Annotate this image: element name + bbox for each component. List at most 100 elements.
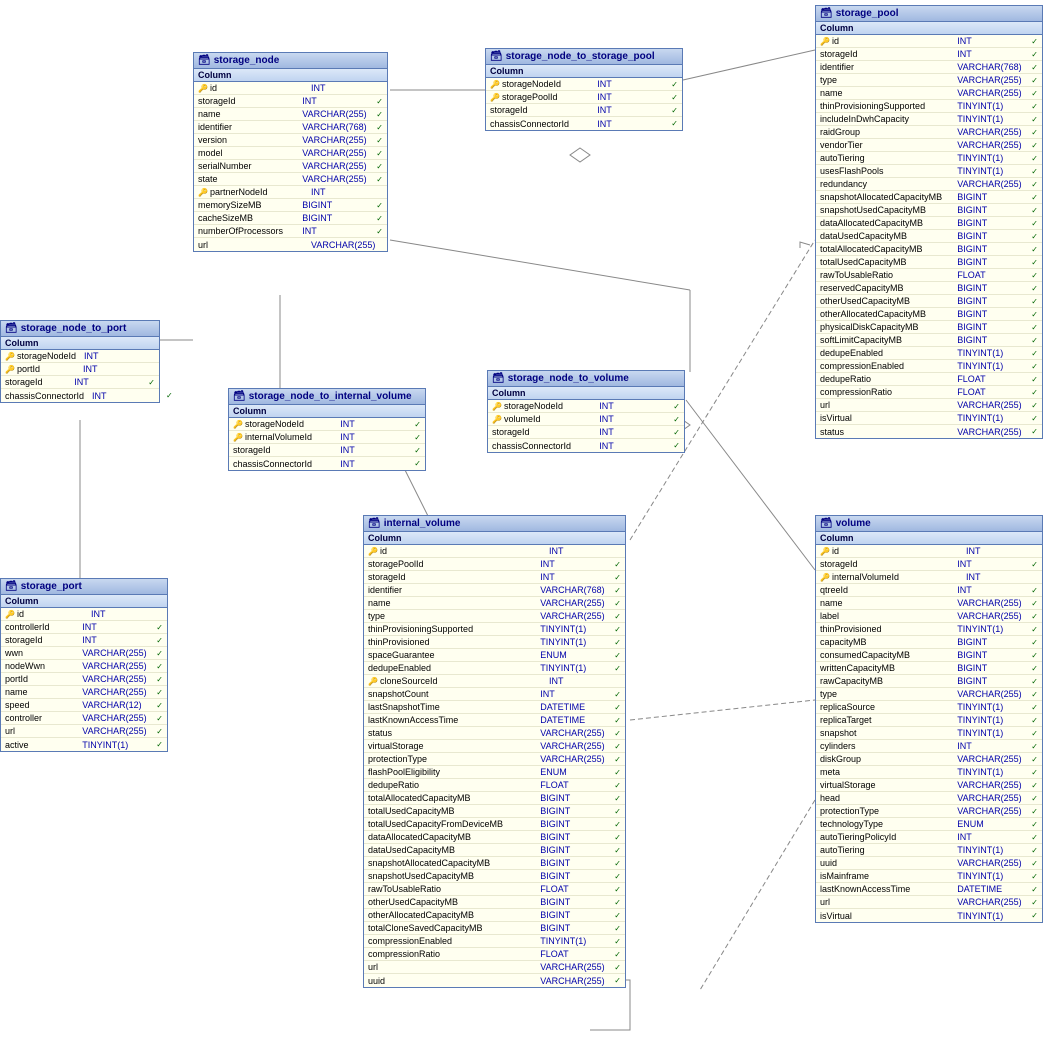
- table-row: lastKnownAccessTimeDATETIME✓: [364, 714, 625, 727]
- table-row: totalUsedCapacityMBBIGINT✓: [816, 256, 1042, 269]
- table-storage-port: 🗃 storage_port Column 🔑idINT controllerI…: [0, 578, 168, 752]
- table-storage-node-to-port: 🗃 storage_node_to_port Column 🔑storageNo…: [0, 320, 160, 403]
- table-row: storageIdINT✓: [1, 376, 159, 389]
- table-header-volume: 🗃 volume: [816, 516, 1042, 532]
- table-row: vendorTierVARCHAR(255)✓: [816, 139, 1042, 152]
- table-row: snapshotUsedCapacityMBBIGINT✓: [816, 204, 1042, 217]
- table-row: identifierVARCHAR(768)✓: [816, 61, 1042, 74]
- table-row: autoTieringTINYINT(1)✓: [816, 152, 1042, 165]
- table-row: cylindersINT✓: [816, 740, 1042, 753]
- table-row: thinProvisioningSupportedTINYINT(1)✓: [364, 623, 625, 636]
- table-row: typeVARCHAR(255)✓: [364, 610, 625, 623]
- table-row: portIdVARCHAR(255)✓: [1, 673, 167, 686]
- table-row: lastSnapshotTimeDATETIME✓: [364, 701, 625, 714]
- table-row: spaceGuaranteeENUM✓: [364, 649, 625, 662]
- table-row: softLimitCapacityMBBIGINT✓: [816, 334, 1042, 347]
- table-row: urlVARCHAR(255)✓: [364, 961, 625, 974]
- col-header: Column: [816, 532, 1042, 545]
- table-row: flashPoolEligibilityENUM✓: [364, 766, 625, 779]
- table-row: dedupeRatioFLOAT✓: [364, 779, 625, 792]
- table-row: identifierVARCHAR(768)✓: [194, 121, 387, 134]
- table-header: 🗃 storage_node_to_volume: [488, 371, 684, 387]
- col-header: Column: [194, 69, 387, 82]
- table-storage-node-to-volume: 🗃 storage_node_to_volume Column 🔑storage…: [487, 370, 685, 453]
- table-row: snapshotAllocatedCapacityMBBIGINT✓: [816, 191, 1042, 204]
- table-row: stateVARCHAR(255)✓: [194, 173, 387, 186]
- table-row: uuidVARCHAR(255)✓: [816, 857, 1042, 870]
- table-row: snapshotAllocatedCapacityMBBIGINT✓: [364, 857, 625, 870]
- table-row: 🔑idINT✓: [816, 35, 1042, 48]
- table-row: physicalDiskCapacityMBBIGINT✓: [816, 321, 1042, 334]
- table-row: storageIdINT✓: [488, 426, 684, 439]
- table-row: statusVARCHAR(255)✓: [816, 425, 1042, 438]
- table-row: isMainframeTINYINT(1)✓: [816, 870, 1042, 883]
- table-row: 🔑idINT: [1, 608, 167, 621]
- table-header-storage-pool: 🗃 storage_pool: [816, 6, 1042, 22]
- table-row: totalUsedCapacityMBBIGINT✓: [364, 805, 625, 818]
- db-canvas: 🗃 storage_pool Column 🔑idINT✓ storageIdI…: [0, 0, 1048, 1038]
- table-row: dataUsedCapacityMBBIGINT✓: [816, 230, 1042, 243]
- table-header: 🗃 storage_node_to_internal_volume: [229, 389, 425, 405]
- table-row: reservedCapacityMBBIGINT✓: [816, 282, 1042, 295]
- table-row: nameVARCHAR(255)✓: [816, 87, 1042, 100]
- table-row: chassisConnectorIdINT✓: [488, 439, 684, 452]
- table-row: labelVARCHAR(255)✓: [816, 610, 1042, 623]
- table-row: urlVARCHAR(255)✓: [816, 399, 1042, 412]
- table-row: isVirtualTINYINT(1)✓: [816, 412, 1042, 425]
- table-row: serialNumberVARCHAR(255)✓: [194, 160, 387, 173]
- table-row: statusVARCHAR(255)✓: [364, 727, 625, 740]
- table-row: protectionTypeVARCHAR(255)✓: [816, 805, 1042, 818]
- table-row: memorySizeMBBIGINT✓: [194, 199, 387, 212]
- table-row: capacityMBBIGINT✓: [816, 636, 1042, 649]
- table-row: storagePoolIdINT✓: [364, 558, 625, 571]
- table-row: urlVARCHAR(255)✓: [1, 725, 167, 738]
- col-header: Column: [486, 65, 682, 78]
- table-row: dataAllocatedCapacityMBBIGINT✓: [364, 831, 625, 844]
- table-row: storageIdINT✓: [816, 558, 1042, 571]
- table-row: storageIdINT✓: [364, 571, 625, 584]
- table-icon: 🗃: [820, 518, 833, 529]
- table-row: cacheSizeMBBIGINT✓: [194, 212, 387, 225]
- table-row: dataAllocatedCapacityMBBIGINT✓: [816, 217, 1042, 230]
- col-header: Column: [364, 532, 625, 545]
- table-row: controllerIdINT✓: [1, 621, 167, 634]
- table-row: nameVARCHAR(255)✓: [816, 597, 1042, 610]
- table-row: nameVARCHAR(255)✓: [1, 686, 167, 699]
- table-row: autoTieringPolicyIdINT✓: [816, 831, 1042, 844]
- table-row: 🔑idINT: [816, 545, 1042, 558]
- table-row: controllerVARCHAR(255)✓: [1, 712, 167, 725]
- table-header: 🗃 storage_node_to_storage_pool: [486, 49, 682, 65]
- table-row: 🔑idINT: [364, 545, 625, 558]
- table-storage-pool: 🗃 storage_pool Column 🔑idINT✓ storageIdI…: [815, 5, 1043, 439]
- table-row: urlVARCHAR(255): [194, 238, 387, 251]
- table-row: snapshotCountINT✓: [364, 688, 625, 701]
- table-row: replicaTargetTINYINT(1)✓: [816, 714, 1042, 727]
- table-row: 🔑portIdINT: [1, 363, 159, 376]
- table-row: otherAllocatedCapacityMBBIGINT✓: [816, 308, 1042, 321]
- table-row: 🔑storageNodeIdINT: [1, 350, 159, 363]
- table-icon: 🗃: [5, 581, 18, 592]
- table-row: 🔑storageNodeIdINT✓: [229, 418, 425, 431]
- table-row: protectionTypeVARCHAR(255)✓: [364, 753, 625, 766]
- table-row: snapshotUsedCapacityMBBIGINT✓: [364, 870, 625, 883]
- table-row: qtreeIdINT✓: [816, 584, 1042, 597]
- table-row: dataUsedCapacityMBBIGINT✓: [364, 844, 625, 857]
- table-row: nameVARCHAR(255)✓: [364, 597, 625, 610]
- table-row: rawToUsableRatioFLOAT✓: [816, 269, 1042, 282]
- table-row: writtenCapacityMBBIGINT✓: [816, 662, 1042, 675]
- table-row: thinProvisionedTINYINT(1)✓: [364, 636, 625, 649]
- table-row: storageIdINT✓: [486, 104, 682, 117]
- table-row: typeVARCHAR(255)✓: [816, 688, 1042, 701]
- table-row: dedupeEnabledTINYINT(1)✓: [364, 662, 625, 675]
- table-row: 🔑volumeIdINT✓: [488, 413, 684, 426]
- table-icon: 🗃: [368, 518, 381, 529]
- table-row: storageIdINT✓: [1, 634, 167, 647]
- table-row: storageIdINT✓: [816, 48, 1042, 61]
- table-row: storageIdINT✓: [194, 95, 387, 108]
- table-icon: 🗃: [198, 55, 211, 66]
- table-icon: 🗃: [233, 391, 246, 402]
- table-row: includeInDwhCapacityTINYINT(1)✓: [816, 113, 1042, 126]
- table-row: 🔑cloneSourceIdINT: [364, 675, 625, 688]
- table-row: wwnVARCHAR(255)✓: [1, 647, 167, 660]
- table-icon: 🗃: [5, 323, 18, 334]
